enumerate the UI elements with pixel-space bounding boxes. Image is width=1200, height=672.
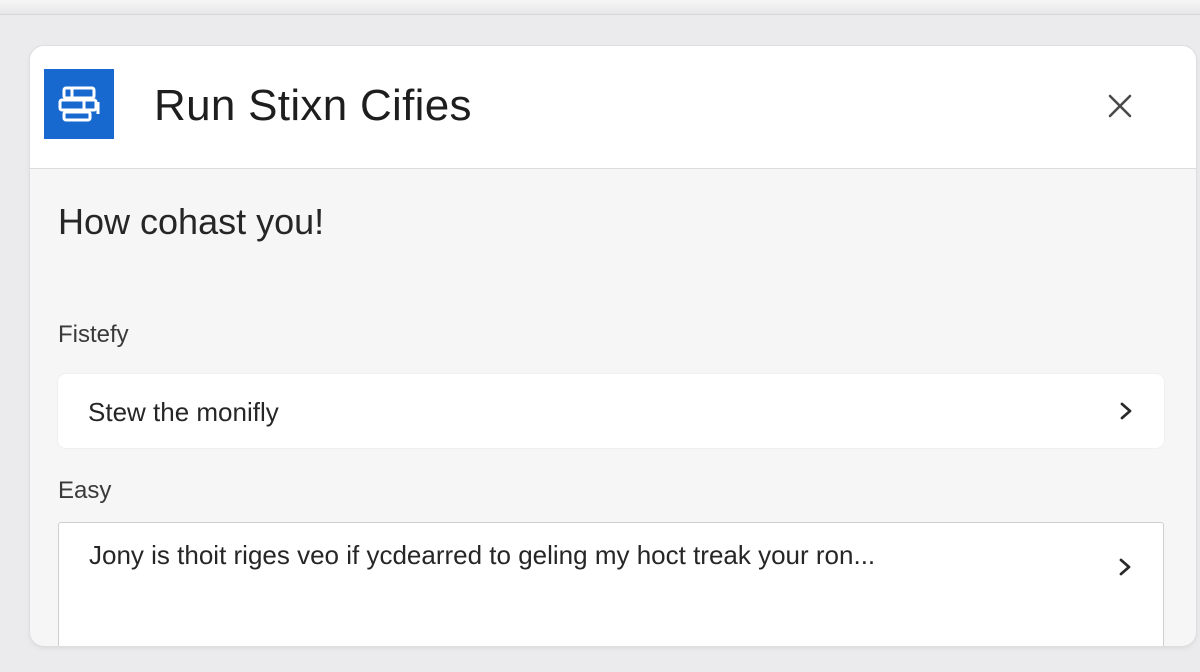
dialog-title: Run Stixn Cifies bbox=[154, 81, 472, 130]
close-icon bbox=[1107, 93, 1133, 124]
option-row-easy[interactable]: Jony is thoit riges veo if ycdearred to … bbox=[58, 522, 1164, 646]
prompt-heading: How cohast you! bbox=[58, 201, 325, 242]
close-button[interactable] bbox=[1098, 86, 1142, 130]
option-row-fistefy[interactable]: Stew the monifly bbox=[58, 374, 1164, 448]
section-label-fistefy: Fistefy bbox=[58, 321, 129, 348]
dialog-window: Run Stixn Cifies How cohast you! Fistefy… bbox=[30, 46, 1196, 646]
app-logo-icon bbox=[44, 69, 114, 139]
chevron-right-icon bbox=[1115, 557, 1135, 577]
option-text: Jony is thoit riges veo if ycdearred to … bbox=[89, 540, 876, 570]
option-text: Stew the monifly bbox=[88, 397, 279, 427]
top-bar bbox=[0, 0, 1200, 15]
section-label-easy: Easy bbox=[58, 477, 112, 504]
dialog-header: Run Stixn Cifies bbox=[30, 46, 1196, 169]
chevron-right-icon bbox=[1116, 401, 1136, 421]
